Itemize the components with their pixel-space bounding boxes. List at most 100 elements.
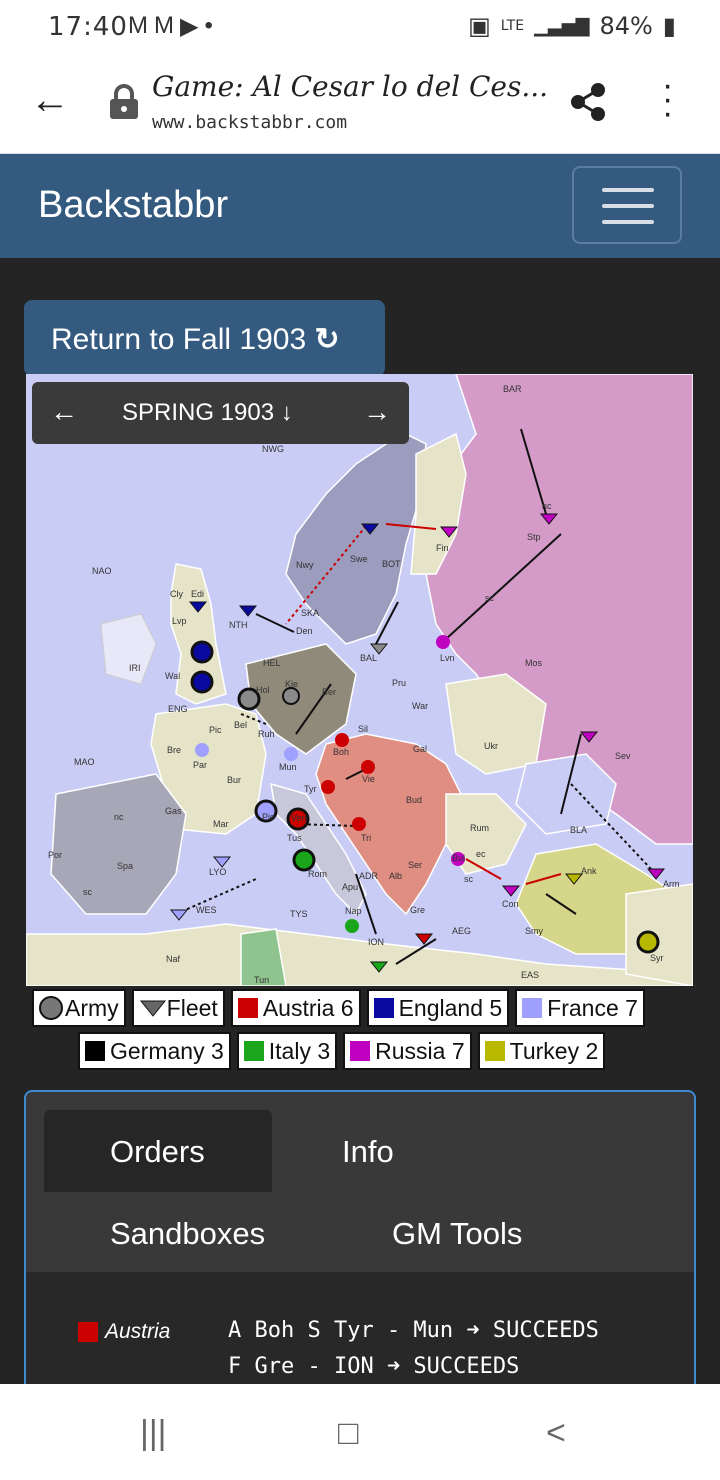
map-label: sc [485, 593, 495, 603]
legend-austria: Austria 6 [230, 989, 361, 1027]
legend-turkey: Turkey 2 [477, 1032, 606, 1070]
map-label: ec [476, 849, 486, 859]
map-label: Wal [165, 671, 180, 681]
phase-navigator: ← SPRING 1903 ↓ → [32, 382, 409, 444]
map-label: ION [368, 937, 384, 947]
legend-label: England 5 [398, 994, 503, 1021]
return-button-label: Return to Fall 1903 [51, 323, 307, 356]
map-label: Ank [581, 866, 597, 876]
back-arrow-icon[interactable]: ← [30, 78, 70, 123]
recent-apps-button[interactable]: ||| [140, 1414, 167, 1453]
battery-level: 84% [599, 12, 653, 40]
legend-england: England 5 [366, 989, 510, 1027]
map-label: HEL [263, 658, 281, 668]
share-icon[interactable] [566, 80, 610, 124]
map-label: Sil [358, 724, 368, 734]
france-swatch [522, 998, 543, 1018]
map-label: ADR [359, 871, 379, 881]
phase-name: SPRING 1903 [122, 399, 275, 426]
android-navigation-bar: ||| □ < [0, 1384, 720, 1480]
map-label: sc [83, 887, 93, 897]
map-label: Bel [234, 720, 247, 730]
hamburger-icon-bar [602, 220, 654, 224]
tab-info[interactable]: Info [342, 1134, 394, 1170]
map-label: Gre [410, 905, 425, 915]
phase-label: SPRING 1903 ↓ [122, 399, 293, 427]
map-label: Ven [291, 813, 307, 823]
back-button[interactable]: < [546, 1414, 566, 1453]
map-label: Spa [117, 861, 133, 871]
home-button[interactable]: □ [338, 1414, 359, 1453]
map-label: BAR [503, 384, 522, 394]
map-label: LYO [209, 867, 226, 877]
map-label: IRI [129, 663, 141, 673]
more-options-icon[interactable]: · · · [662, 68, 673, 130]
next-phase-button[interactable]: → [363, 396, 391, 428]
map-label: Den [296, 626, 313, 636]
syria-territory [625, 883, 693, 986]
map-label: Sev [615, 751, 631, 761]
map-label: Edi [191, 589, 204, 599]
map-label: Swe [350, 554, 368, 564]
map-label: Boh [333, 747, 349, 757]
order-line: F Gre - ION ➜ SUCCEEDS [228, 1354, 520, 1379]
map-label: Nwy [296, 560, 314, 570]
map-label: Fin [436, 543, 449, 553]
map-label: Stp [527, 532, 541, 542]
brand-logo[interactable]: Backstabbr [38, 184, 228, 227]
map-label: Gas [165, 806, 182, 816]
map-label: BLA [570, 825, 587, 835]
youtube-icon: ▶ [180, 13, 199, 40]
legend-label: Fleet [166, 994, 218, 1021]
legend-italy: Italy 3 [236, 1032, 338, 1070]
phase-dropdown-icon[interactable]: ↓ [281, 399, 293, 426]
map-label: nc [114, 812, 124, 822]
battery-saver-icon: ▣ [468, 12, 491, 40]
iberia-territory [50, 773, 187, 915]
map-label: War [412, 701, 428, 711]
map-canvas: BAR NWG NAO Cly Edi Lvp NTH IRI Wal ENG … [26, 374, 693, 986]
previous-phase-button[interactable]: ← [50, 396, 78, 428]
map-label: BAL [360, 653, 377, 663]
menu-toggle-button[interactable] [572, 166, 682, 244]
map-label: Lvp [172, 616, 187, 626]
page-title[interactable]: Game: Al Cesar lo del Ces... [152, 70, 548, 103]
tab-gm-tools[interactable]: GM Tools [392, 1216, 522, 1252]
map-label: NAO [92, 566, 112, 576]
ireland-territory [100, 613, 157, 685]
diplomacy-map[interactable]: BAR NWG NAO Cly Edi Lvp NTH IRI Wal ENG … [26, 374, 693, 986]
map-label: Bud [406, 795, 422, 805]
map-label: Kie [285, 679, 298, 689]
map-label: EAS [521, 970, 539, 980]
map-label: AEG [452, 926, 471, 936]
return-to-phase-button[interactable]: Return to Fall 1903 ↻ [24, 300, 385, 376]
legend-france: France 7 [515, 989, 645, 1027]
legend-label: Austria 6 [262, 994, 354, 1021]
map-label: Pic [209, 725, 222, 735]
page-host[interactable]: www.backstabbr.com [152, 112, 347, 133]
map-label: BOT [382, 559, 401, 569]
map-label: nc [542, 501, 552, 511]
map-label: Bur [227, 775, 241, 785]
hamburger-icon-bar [602, 204, 654, 208]
tab-orders[interactable]: Orders [44, 1110, 272, 1192]
legend-label: Russia 7 [375, 1037, 465, 1064]
legend-label: Germany 3 [110, 1037, 224, 1064]
tab-sandboxes[interactable]: Sandboxes [110, 1216, 265, 1252]
map-label: Rom [308, 869, 327, 879]
map-label: Tun [254, 975, 269, 985]
network-type: LTE [500, 18, 525, 34]
legend-label: Italy 3 [268, 1037, 331, 1064]
map-label: Rum [470, 823, 489, 833]
map-label: Bul [452, 853, 465, 863]
map-label: MAO [74, 757, 95, 767]
legend-army: Army [32, 989, 126, 1027]
map-label: Hol [256, 685, 270, 695]
map-label: Tri [361, 833, 371, 843]
map-label: Tyr [304, 784, 317, 794]
legend-row-1: Army Fleet Austria 6 England 5 France 7 [32, 989, 645, 1027]
germany-swatch [85, 1041, 105, 1061]
army-icon [39, 996, 63, 1020]
notification-icons: M M ▶ • [128, 12, 213, 41]
map-label: Pie [262, 812, 275, 822]
